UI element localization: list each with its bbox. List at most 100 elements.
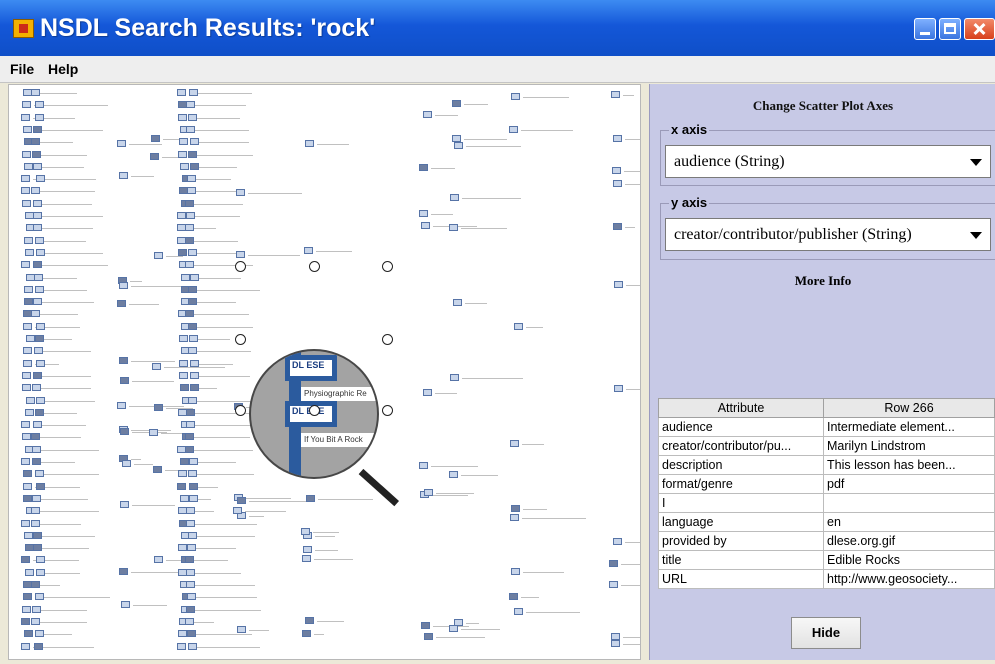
resize-handle[interactable]: [235, 405, 246, 416]
result-point[interactable]: [186, 605, 195, 613]
result-point[interactable]: [36, 482, 45, 490]
result-point[interactable]: [611, 640, 620, 647]
result-point[interactable]: [421, 622, 430, 629]
result-point[interactable]: [302, 630, 311, 637]
result-point[interactable]: [35, 593, 44, 601]
result-point[interactable]: [32, 605, 41, 613]
result-point[interactable]: [452, 100, 461, 107]
result-point[interactable]: [181, 273, 190, 281]
result-point[interactable]: [449, 224, 458, 231]
result-point[interactable]: [177, 212, 186, 219]
result-point[interactable]: [236, 251, 245, 258]
result-point[interactable]: [120, 428, 129, 435]
resize-handle[interactable]: [309, 405, 320, 416]
result-point[interactable]: [180, 494, 189, 502]
result-point[interactable]: [188, 298, 197, 306]
result-point[interactable]: [186, 408, 195, 416]
result-point[interactable]: [31, 187, 40, 195]
result-point[interactable]: [185, 261, 194, 269]
result-point[interactable]: [187, 544, 196, 552]
result-point[interactable]: [120, 377, 129, 384]
result-point[interactable]: [186, 101, 195, 109]
result-point[interactable]: [178, 630, 187, 638]
result-point[interactable]: [26, 396, 35, 404]
result-point[interactable]: [609, 581, 618, 588]
result-point[interactable]: [35, 285, 44, 293]
result-point[interactable]: [306, 495, 315, 502]
result-point[interactable]: [154, 252, 163, 259]
result-point[interactable]: [23, 494, 32, 502]
result-point[interactable]: [613, 538, 622, 545]
result-point[interactable]: [24, 162, 33, 170]
result-point[interactable]: [424, 489, 433, 496]
result-point[interactable]: [186, 568, 195, 576]
result-point[interactable]: [190, 371, 199, 379]
result-point[interactable]: [190, 138, 199, 146]
result-point[interactable]: [611, 633, 620, 640]
result-point[interactable]: [514, 323, 523, 330]
result-point[interactable]: [150, 153, 159, 160]
result-point[interactable]: [188, 396, 197, 404]
resize-handle[interactable]: [382, 334, 393, 345]
result-point[interactable]: [188, 642, 197, 650]
result-point[interactable]: [188, 531, 197, 539]
result-point[interactable]: [21, 617, 30, 625]
result-point[interactable]: [22, 150, 31, 158]
result-point[interactable]: [179, 335, 188, 342]
result-point[interactable]: [25, 408, 34, 416]
result-point[interactable]: [23, 347, 32, 355]
result-point[interactable]: [23, 125, 32, 133]
result-point[interactable]: [177, 89, 186, 96]
result-point[interactable]: [23, 359, 32, 367]
result-point[interactable]: [185, 224, 194, 232]
result-point[interactable]: [186, 125, 195, 133]
result-point[interactable]: [31, 519, 40, 527]
result-point[interactable]: [178, 544, 187, 552]
maximize-button[interactable]: [939, 18, 961, 40]
result-point[interactable]: [190, 384, 199, 392]
result-point[interactable]: [32, 458, 41, 465]
result-point[interactable]: [32, 150, 41, 158]
result-point[interactable]: [23, 470, 32, 478]
result-point[interactable]: [454, 142, 463, 149]
table-row[interactable]: provided by dlese.org.gif: [658, 531, 995, 551]
result-point[interactable]: [31, 138, 40, 146]
result-point[interactable]: [34, 273, 43, 281]
menu-file[interactable]: File: [10, 61, 34, 77]
result-point[interactable]: [186, 421, 195, 429]
result-point[interactable]: [180, 458, 189, 465]
result-point[interactable]: [25, 568, 34, 576]
result-point[interactable]: [419, 462, 428, 469]
result-point[interactable]: [236, 189, 245, 196]
result-point[interactable]: [22, 433, 31, 441]
result-point[interactable]: [305, 140, 314, 147]
result-point[interactable]: [35, 113, 44, 121]
result-point[interactable]: [185, 445, 194, 453]
result-point[interactable]: [21, 642, 30, 650]
table-row[interactable]: title Edible Rocks: [658, 550, 995, 570]
result-point[interactable]: [32, 445, 41, 453]
result-point[interactable]: [149, 429, 158, 436]
result-point[interactable]: [179, 359, 188, 367]
result-point[interactable]: [189, 458, 198, 465]
result-point[interactable]: [31, 581, 40, 588]
result-point[interactable]: [177, 642, 186, 650]
result-point[interactable]: [152, 363, 161, 370]
resize-handle[interactable]: [382, 405, 393, 416]
result-point[interactable]: [423, 389, 432, 396]
result-point[interactable]: [450, 194, 459, 201]
result-point[interactable]: [189, 494, 198, 502]
result-point[interactable]: [36, 568, 45, 576]
result-point[interactable]: [419, 164, 428, 171]
result-point[interactable]: [514, 608, 523, 615]
result-point[interactable]: [178, 248, 187, 256]
column-header[interactable]: Row 266: [823, 398, 995, 418]
result-point[interactable]: [304, 247, 313, 254]
result-point[interactable]: [117, 140, 126, 147]
result-point[interactable]: [511, 568, 520, 575]
result-point[interactable]: [609, 560, 618, 567]
result-point[interactable]: [449, 625, 458, 632]
result-point[interactable]: [24, 285, 33, 293]
result-point[interactable]: [423, 111, 432, 118]
result-point[interactable]: [33, 371, 42, 379]
